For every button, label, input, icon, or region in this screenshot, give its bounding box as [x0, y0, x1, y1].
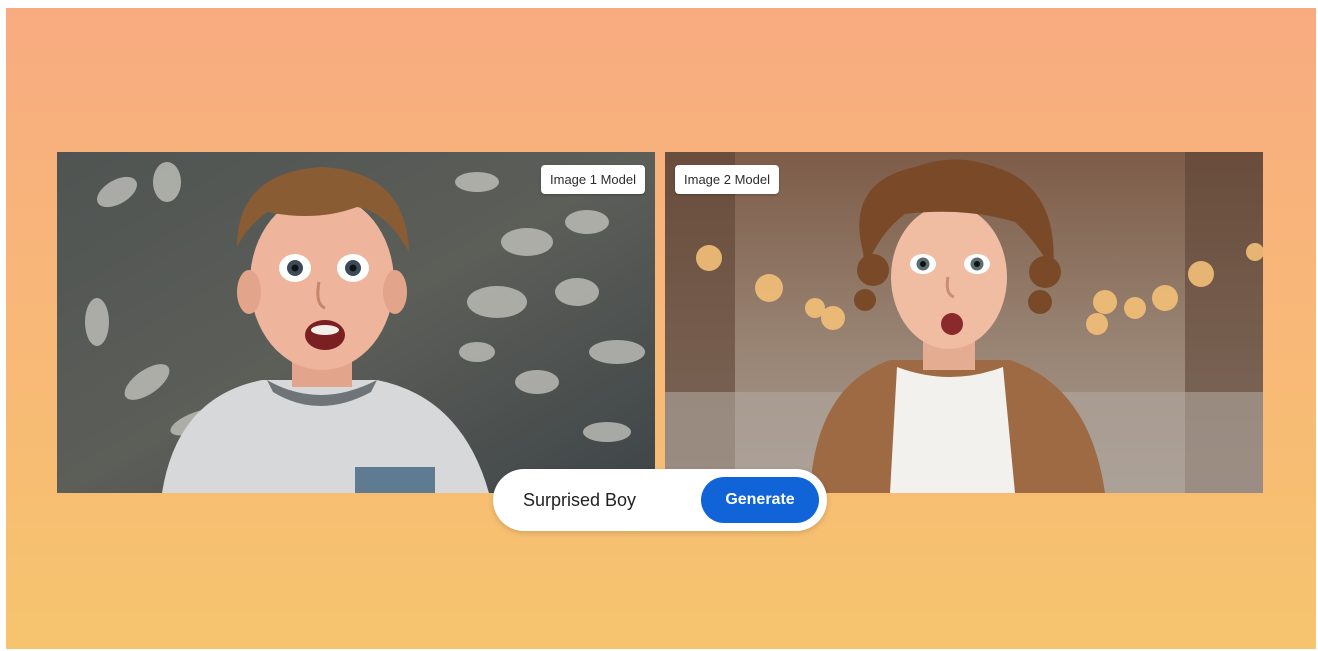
- generate-button[interactable]: Generate: [701, 477, 819, 523]
- prompt-input[interactable]: Surprised Boy: [523, 469, 636, 531]
- image-2-photo: [665, 152, 1263, 493]
- image-1-photo: [57, 152, 655, 493]
- prompt-bar: Surprised Boy Generate: [493, 469, 827, 531]
- image-1-panel: Image 1 Model: [57, 152, 655, 493]
- image-2-model-label: Image 2 Model: [675, 165, 779, 194]
- background-canvas: Image 1 Model Image 2 Model Surprised Bo…: [6, 8, 1316, 649]
- image-2-panel: Image 2 Model: [665, 152, 1263, 493]
- image-1-model-label: Image 1 Model: [541, 165, 645, 194]
